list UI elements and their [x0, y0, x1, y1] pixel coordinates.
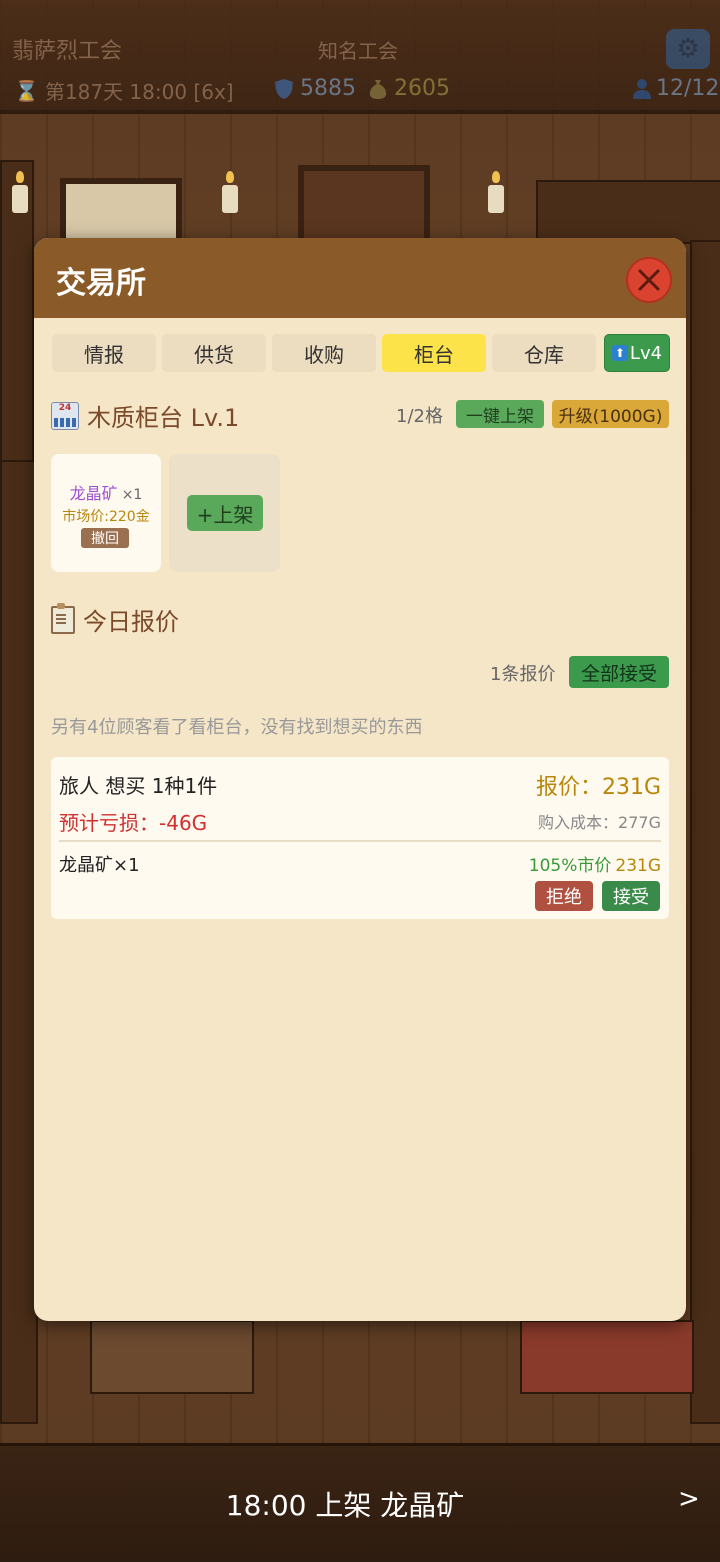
counter-icon: 24: [51, 401, 79, 430]
right-wall-shelf: [690, 240, 720, 1424]
tab-supply[interactable]: 供货: [162, 334, 266, 372]
exchange-modal: 交易所 情报 供货 收购 柜台 仓库 ⬆ Lv4 24 木质柜台 Lv.1 1/…: [34, 238, 686, 1321]
level-upgrade-button[interactable]: ⬆ Lv4: [604, 334, 670, 372]
slot-market-price: 市场价:220金: [62, 509, 150, 525]
modal-title: 交易所: [56, 266, 146, 301]
slot-item-qty: ×1: [121, 487, 143, 503]
offer-card: 旅人 想买 1种1件 报价：231G 预计亏损：-46G 购入成本：277G 龙…: [51, 757, 669, 919]
tab-counter[interactable]: 柜台: [382, 334, 486, 372]
counter-slot-empty: +上架: [169, 454, 280, 572]
guild-rank: 知名工会: [318, 39, 398, 63]
person-icon: [633, 78, 651, 99]
counter-slot-filled: 龙晶矿 ×1 市场价:220金 撤回: [51, 454, 161, 572]
hourglass-icon: ⌛: [14, 78, 39, 103]
chevron-right-icon[interactable]: >: [678, 1484, 700, 1514]
offer-customer: 旅人 想买 1种1件: [59, 774, 218, 798]
guild-name: 翡萨烈工会: [12, 39, 123, 64]
defense-stat: 5885: [274, 76, 356, 101]
offer-market-ratio: 105%市价 231G: [529, 851, 661, 876]
slot-item-name: 龙晶矿 ×1: [51, 480, 161, 504]
level-label: Lv4: [629, 342, 663, 364]
member-value: 12/12: [656, 76, 720, 101]
offers-title: 今日报价: [83, 608, 179, 636]
rug: [520, 1320, 694, 1394]
left-wall: [0, 460, 38, 1424]
money-bag-icon: [369, 79, 387, 99]
divider: [59, 840, 661, 842]
offer-market-value: 231G: [615, 856, 661, 876]
gear-icon[interactable]: ⚙: [666, 29, 710, 69]
top-hud: 翡萨烈工会 知名工会 ⌛ 第187天 18:00 [6x] 5885 2605 …: [0, 0, 720, 114]
clipboard-icon: [51, 602, 75, 634]
offer-purchase-cost: 购入成本：277G: [538, 813, 661, 832]
defense-value: 5885: [300, 76, 356, 101]
gold-value: 2605: [394, 76, 450, 101]
offer-count: 1条报价: [490, 664, 556, 685]
browse-note: 另有4位顾客看了看柜台，没有找到想买的东西: [51, 717, 423, 738]
close-icon: [638, 269, 660, 291]
offers-section-title: 今日报价: [51, 602, 179, 637]
day-time: ⌛ 第187天 18:00 [6x]: [14, 76, 234, 105]
slot-usage: 1/2格: [396, 406, 443, 427]
candle-icon: [488, 171, 504, 213]
modal-header: 交易所: [34, 238, 686, 318]
tab-intel[interactable]: 情报: [52, 334, 156, 372]
event-log-text: 18:00 上架 龙晶矿: [225, 1489, 465, 1522]
counter-section-title: 24 木质柜台 Lv.1: [51, 398, 239, 433]
counter-title: 木质柜台 Lv.1: [87, 404, 240, 432]
tab-warehouse[interactable]: 仓库: [492, 334, 596, 372]
withdraw-button[interactable]: 撤回: [81, 528, 129, 548]
close-button[interactable]: [626, 257, 672, 303]
tab-purchase[interactable]: 收购: [272, 334, 376, 372]
offer-market-pct: 105%市价: [528, 856, 612, 876]
slot-item-label: 龙晶矿: [69, 484, 118, 503]
day-time-text: 第187天 18:00 [6x]: [44, 80, 234, 104]
candle-icon: [222, 171, 238, 213]
upgrade-counter-button[interactable]: 升级(1000G): [552, 400, 669, 428]
letters-pile: [90, 1320, 254, 1394]
shield-icon: [275, 78, 293, 99]
member-stat: 12/12: [632, 76, 719, 101]
event-log-bar[interactable]: 18:00 上架 龙晶矿 >: [0, 1443, 720, 1562]
gold-stat: 2605: [368, 76, 450, 101]
candle-icon: [12, 171, 28, 213]
accept-button[interactable]: 接受: [602, 881, 660, 911]
quick-list-button[interactable]: 一键上架: [456, 400, 544, 428]
upgrade-arrow-icon: ⬆: [611, 345, 628, 361]
offer-price: 报价：231G: [535, 775, 661, 800]
offer-item: 龙晶矿×1: [59, 855, 140, 876]
right-shelf: [536, 180, 720, 244]
add-listing-button[interactable]: +上架: [187, 495, 263, 531]
offer-expected-loss: 预计亏损：-46G: [59, 811, 208, 835]
accept-all-button[interactable]: 全部接受: [569, 656, 669, 688]
reject-button[interactable]: 拒绝: [535, 881, 593, 911]
